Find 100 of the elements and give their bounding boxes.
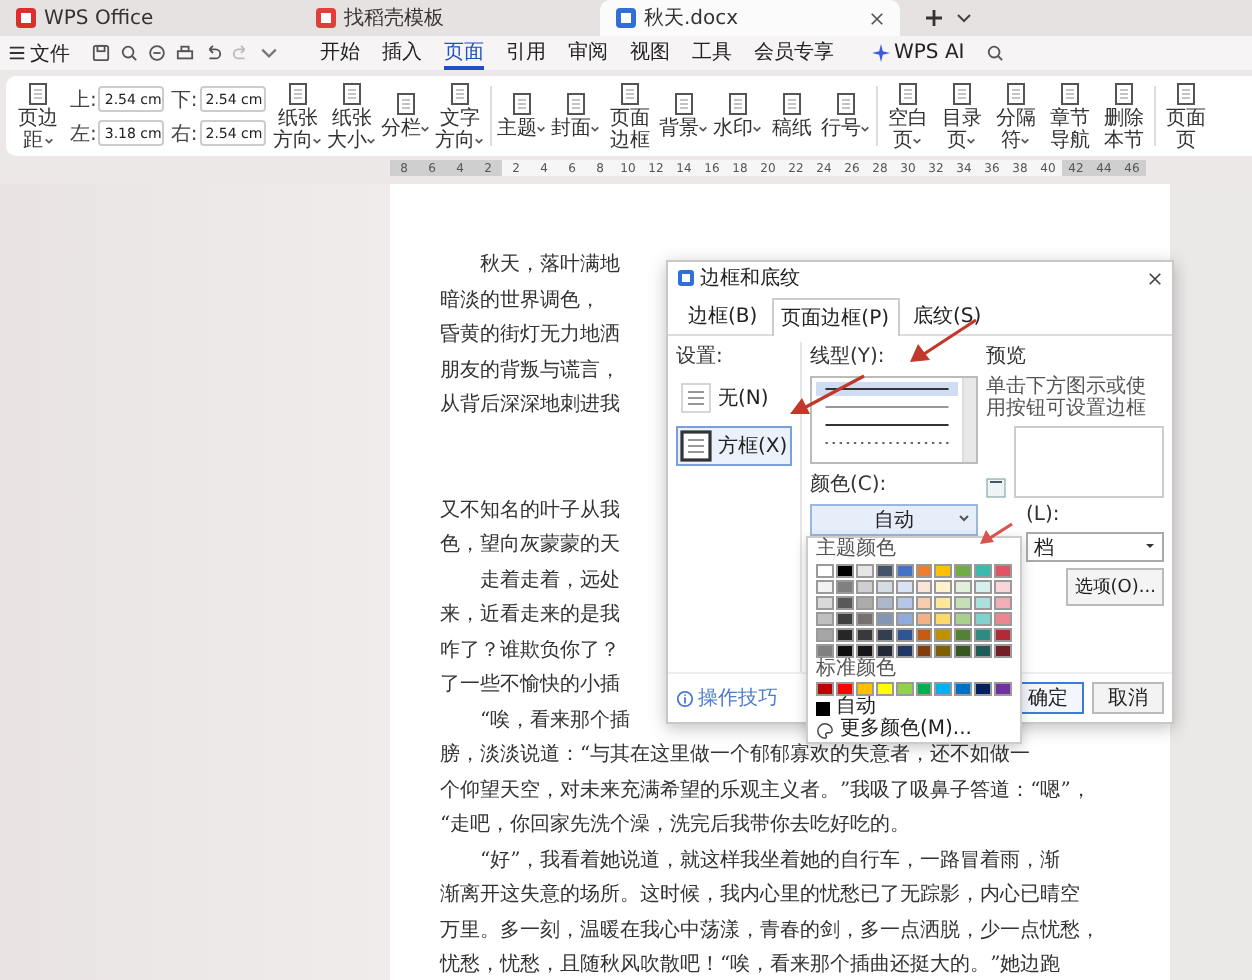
ribbon-button[interactable]: 删除本节 bbox=[1097, 81, 1150, 151]
color-swatch[interactable] bbox=[974, 563, 993, 577]
automatic-color-option[interactable]: 自动 bbox=[816, 698, 1012, 718]
file-menu[interactable]: 文件 bbox=[8, 39, 70, 67]
save-icon[interactable] bbox=[92, 44, 110, 62]
color-swatch[interactable] bbox=[915, 682, 933, 696]
more-colors-option[interactable]: 更多颜色(M)... bbox=[816, 720, 1012, 740]
border-toggle-icon[interactable] bbox=[986, 478, 1006, 498]
color-swatch[interactable] bbox=[835, 579, 854, 593]
color-swatch[interactable] bbox=[974, 643, 993, 657]
color-swatch[interactable] bbox=[934, 627, 953, 641]
ribbon-button[interactable]: 页边距 bbox=[12, 81, 64, 151]
color-swatch[interactable] bbox=[875, 595, 894, 609]
color-swatch[interactable] bbox=[816, 682, 834, 696]
caret-icon[interactable] bbox=[260, 44, 278, 62]
color-swatch[interactable] bbox=[915, 627, 933, 641]
color-swatch[interactable] bbox=[994, 579, 1013, 593]
search-icon[interactable] bbox=[120, 44, 138, 62]
ribbon-button[interactable]: 页面边框 bbox=[603, 81, 656, 151]
color-swatch[interactable] bbox=[954, 643, 973, 657]
dialog-tab[interactable]: 底纹(S) bbox=[903, 298, 992, 334]
ribbon-tab[interactable]: 引用 bbox=[506, 36, 546, 70]
ribbon-button[interactable]: 分栏 bbox=[379, 92, 432, 140]
ribbon-button[interactable]: 空白页 bbox=[881, 81, 934, 151]
ribbon-button[interactable]: 目录页 bbox=[935, 81, 988, 151]
color-swatch[interactable] bbox=[934, 611, 953, 625]
color-swatch[interactable] bbox=[934, 579, 953, 593]
close-icon[interactable] bbox=[870, 11, 884, 25]
color-swatch[interactable] bbox=[934, 682, 953, 696]
scrollbar[interactable] bbox=[962, 378, 976, 462]
ai-button[interactable]: WPS AI bbox=[872, 42, 965, 64]
undo-icon[interactable] bbox=[204, 44, 222, 62]
color-swatch[interactable] bbox=[954, 579, 973, 593]
ribbon-button[interactable]: 页面页 bbox=[1159, 81, 1212, 151]
color-swatch[interactable] bbox=[895, 563, 914, 577]
ribbon-button[interactable]: 背景 bbox=[657, 92, 710, 140]
color-swatch[interactable] bbox=[855, 627, 874, 641]
color-swatch[interactable] bbox=[855, 611, 874, 625]
ribbon-tab[interactable]: 视图 bbox=[630, 36, 670, 70]
color-swatch[interactable] bbox=[994, 643, 1013, 657]
color-swatch[interactable] bbox=[875, 611, 894, 625]
plus-icon[interactable] bbox=[924, 8, 944, 28]
color-swatch[interactable] bbox=[974, 611, 993, 625]
ribbon-button[interactable]: 主题 bbox=[495, 92, 548, 140]
color-swatch[interactable] bbox=[835, 643, 854, 657]
color-swatch[interactable] bbox=[855, 643, 874, 657]
color-swatch[interactable] bbox=[875, 563, 894, 577]
color-swatch[interactable] bbox=[954, 563, 973, 577]
color-swatch[interactable] bbox=[954, 611, 973, 625]
color-swatch[interactable] bbox=[855, 595, 874, 609]
ribbon-button[interactable]: 稿纸 bbox=[765, 92, 818, 140]
color-swatch[interactable] bbox=[816, 595, 834, 609]
color-swatch[interactable] bbox=[994, 611, 1013, 625]
color-swatch[interactable] bbox=[934, 595, 953, 609]
setting-option[interactable]: 无(N) bbox=[676, 378, 773, 418]
color-swatch[interactable] bbox=[915, 563, 933, 577]
color-swatch[interactable] bbox=[974, 627, 993, 641]
color-swatch[interactable] bbox=[835, 563, 854, 577]
ribbon-button[interactable]: 封面 bbox=[549, 92, 602, 140]
color-swatch[interactable] bbox=[895, 611, 914, 625]
color-swatch[interactable] bbox=[895, 595, 914, 609]
color-swatch[interactable] bbox=[934, 563, 953, 577]
options-button[interactable]: 选项(O)... bbox=[1066, 568, 1164, 606]
color-swatch[interactable] bbox=[816, 627, 834, 641]
ribbon-button[interactable]: 行号 bbox=[819, 92, 872, 140]
dialog-tab[interactable]: 边框(B) bbox=[678, 298, 768, 334]
circle-icon[interactable] bbox=[148, 44, 166, 62]
color-swatch[interactable] bbox=[915, 595, 933, 609]
setting-option[interactable]: 方框(X) bbox=[676, 426, 792, 466]
color-swatch[interactable] bbox=[915, 579, 933, 593]
browser-tab[interactable]: 找稻壳模板 bbox=[300, 0, 600, 36]
color-swatch[interactable] bbox=[954, 682, 973, 696]
color-swatch[interactable] bbox=[895, 643, 914, 657]
ribbon-tab[interactable]: 工具 bbox=[692, 36, 732, 70]
ribbon-button[interactable]: 章节导航 bbox=[1043, 81, 1096, 151]
ribbon-tab[interactable]: 会员专享 bbox=[754, 36, 834, 70]
close-icon[interactable] bbox=[1148, 271, 1162, 285]
browser-tab[interactable]: 秋天.docx bbox=[600, 0, 900, 36]
color-swatch[interactable] bbox=[875, 627, 894, 641]
ribbon-tab[interactable]: 页面 bbox=[444, 36, 484, 70]
color-swatch[interactable] bbox=[835, 682, 854, 696]
color-swatch[interactable] bbox=[915, 643, 933, 657]
color-swatch[interactable] bbox=[994, 563, 1013, 577]
color-swatch[interactable] bbox=[855, 579, 874, 593]
caret-icon[interactable] bbox=[956, 10, 972, 26]
printer-icon[interactable] bbox=[176, 44, 194, 62]
color-swatch[interactable] bbox=[954, 627, 973, 641]
color-swatch[interactable] bbox=[974, 579, 993, 593]
color-swatch[interactable] bbox=[855, 682, 874, 696]
color-swatch[interactable] bbox=[974, 682, 993, 696]
color-swatch[interactable] bbox=[895, 579, 914, 593]
line-style-list[interactable] bbox=[810, 376, 978, 464]
color-swatch[interactable] bbox=[875, 579, 894, 593]
color-swatch[interactable] bbox=[816, 563, 834, 577]
search-icon[interactable] bbox=[986, 44, 1005, 62]
color-swatch[interactable] bbox=[855, 563, 874, 577]
apply-dropdown[interactable]: 档 bbox=[1026, 532, 1164, 562]
color-swatch[interactable] bbox=[816, 643, 834, 657]
line-style-option[interactable] bbox=[816, 382, 958, 396]
color-swatch[interactable] bbox=[835, 595, 854, 609]
